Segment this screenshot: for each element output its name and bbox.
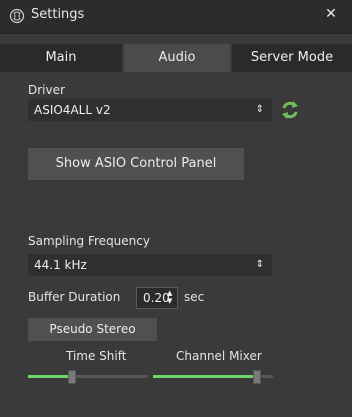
tab-bar: Main Audio Server Mode — [0, 44, 352, 72]
slider-handle[interactable] — [253, 370, 261, 384]
slider-track — [259, 375, 273, 378]
stepper-arrows-icon[interactable]: ▲ ▼ — [167, 289, 175, 307]
slider-handle[interactable] — [68, 370, 76, 384]
channel-mixer-slider[interactable] — [153, 370, 273, 384]
time-shift-label: Time Shift — [66, 349, 127, 363]
title-bar: Settings ✕ — [0, 0, 352, 34]
close-button[interactable]: ✕ — [319, 4, 343, 26]
sampling-frequency-value: 44.1 kHz — [34, 258, 87, 272]
driver-select-value: ASIO4ALL v2 — [34, 103, 111, 117]
sampling-frequency-select[interactable]: 44.1 kHz ⇕ — [28, 254, 272, 276]
tab-server-mode[interactable]: Server Mode — [232, 44, 352, 72]
slider-fill — [153, 375, 253, 378]
channel-mixer-label: Channel Mixer — [176, 349, 262, 363]
sampling-frequency-label: Sampling Frequency — [28, 234, 150, 248]
driver-select[interactable]: ASIO4ALL v2 ⇕ — [28, 99, 272, 121]
tab-audio[interactable]: Audio — [124, 44, 230, 72]
buffer-duration-value: 0.20 — [143, 291, 170, 305]
show-asio-control-panel-button[interactable]: Show ASIO Control Panel — [28, 148, 244, 180]
driver-label: Driver — [28, 83, 65, 97]
buffer-duration-stepper[interactable]: 0.20 ▲ ▼ — [136, 287, 178, 309]
pseudo-stereo-button[interactable]: Pseudo Stereo — [28, 318, 157, 341]
slider-fill — [28, 375, 68, 378]
refresh-icon[interactable] — [281, 100, 299, 120]
buffer-duration-label: Buffer Duration — [28, 290, 121, 304]
select-arrows-icon: ⇕ — [255, 259, 264, 270]
tab-main[interactable]: Main — [0, 44, 122, 72]
slider-track — [74, 375, 148, 378]
select-arrows-icon: ⇕ — [255, 104, 264, 115]
buffer-duration-unit: sec — [184, 290, 205, 304]
app-logo-icon — [9, 8, 25, 24]
time-shift-slider[interactable] — [28, 370, 148, 384]
window-title: Settings — [31, 7, 85, 22]
